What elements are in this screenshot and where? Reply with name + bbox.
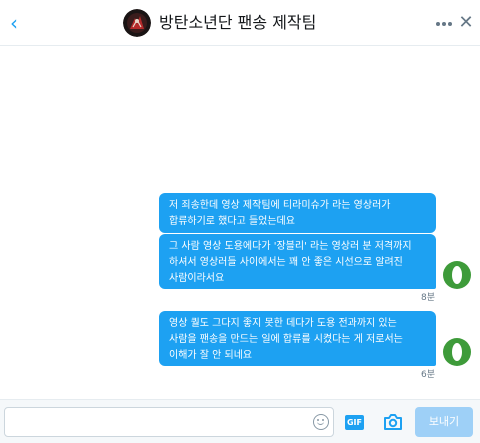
message-input-box[interactable]	[4, 407, 334, 437]
group-avatar[interactable]	[123, 9, 151, 37]
conversation-header: ‹ 방탄소년단 팬송 제작팀 ✕	[0, 0, 480, 46]
gif-button[interactable]: GIF	[345, 415, 364, 430]
message-input[interactable]	[11, 413, 301, 431]
send-button[interactable]: 보내기	[415, 407, 473, 437]
back-chevron-icon[interactable]: ‹	[4, 11, 24, 35]
message-bubble[interactable]: 그 사람 영상 도용에다가 '장블리' 라는 영상러 분 저격까지 하셔서 영상…	[159, 234, 436, 289]
message-timestamp: 6분	[421, 370, 436, 380]
camera-icon[interactable]	[383, 413, 403, 431]
conversation-title: 방탄소년단 팬송 제작팀	[159, 13, 317, 32]
message-timestamp: 8분	[421, 293, 436, 303]
emoji-icon[interactable]	[313, 414, 329, 430]
close-icon[interactable]: ✕	[458, 13, 474, 33]
more-dots-icon[interactable]	[436, 13, 452, 33]
message-composer: GIF 보내기	[0, 399, 480, 443]
sender-avatar[interactable]	[443, 338, 471, 366]
sender-avatar[interactable]	[443, 261, 471, 289]
message-bubble[interactable]: 저 죄송한데 영상 제작팀에 티라미슈가 라는 영상러가 합류하기로 했다고 들…	[159, 193, 436, 233]
message-bubble[interactable]: 영상 퀄도 그다지 좋지 못한 데다가 도용 전과까지 있는 사람을 팬송을 만…	[159, 311, 436, 366]
